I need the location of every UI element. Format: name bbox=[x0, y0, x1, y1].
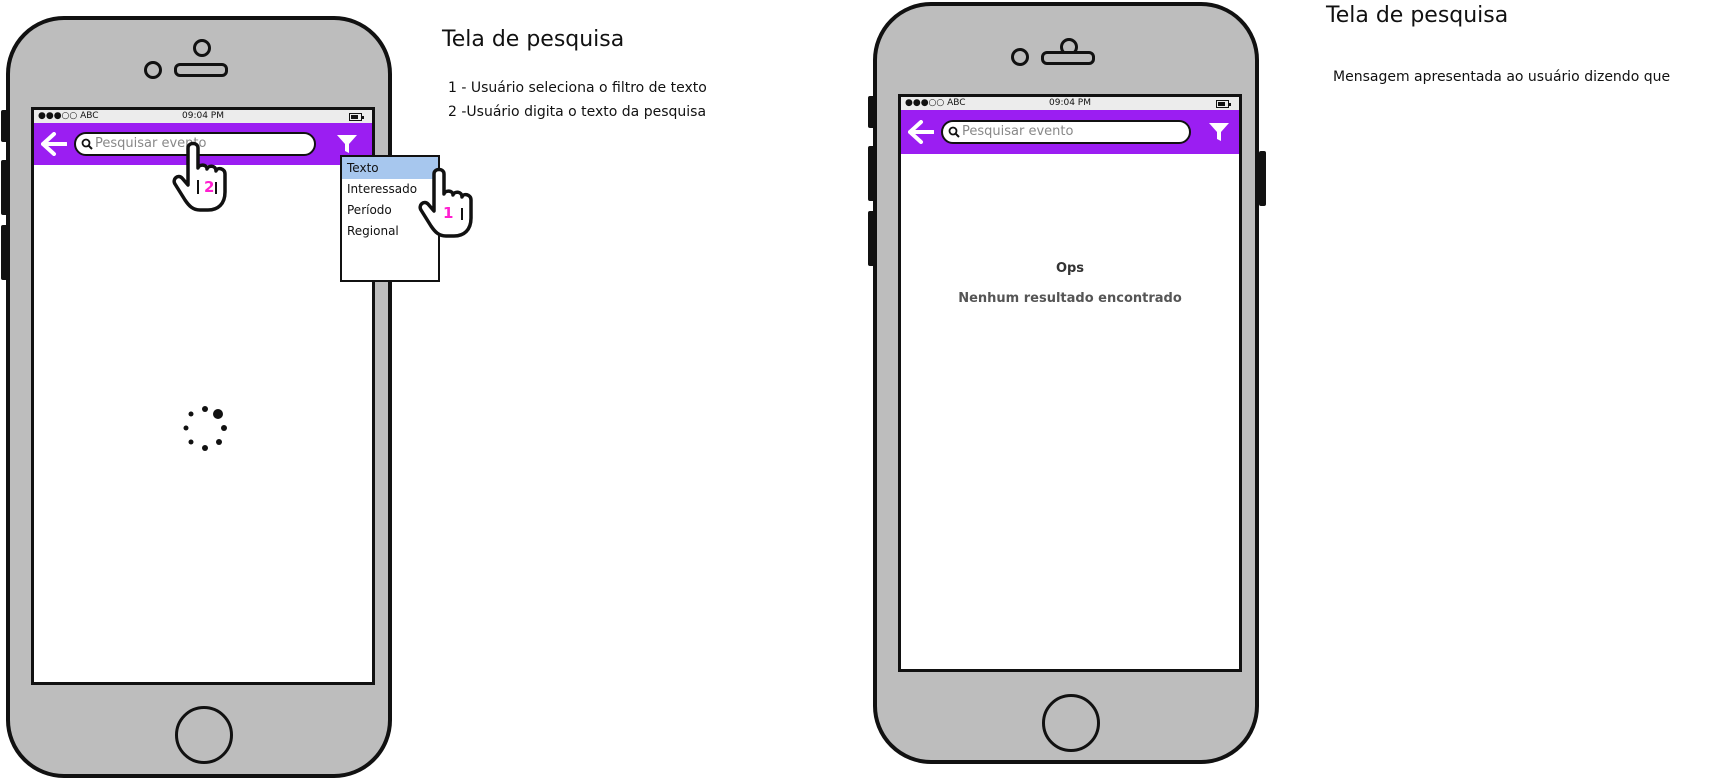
status-bar: ●●●○○ ABC 09:04 PM bbox=[901, 97, 1239, 110]
left-phone-mockup: ●●●○○ ABC 09:04 PM Pesquisar evento bbox=[1, 16, 399, 778]
battery-icon bbox=[349, 113, 364, 121]
filter-icon[interactable] bbox=[1208, 122, 1230, 142]
filter-icon[interactable] bbox=[336, 134, 358, 154]
dropdown-option-periodo[interactable]: Período bbox=[347, 203, 392, 217]
back-arrow-icon[interactable] bbox=[908, 120, 934, 144]
search-placeholder: Pesquisar evento bbox=[962, 124, 1074, 139]
mute-switch bbox=[868, 96, 875, 128]
empty-state-title: Ops bbox=[1055, 261, 1085, 276]
volume-up-button bbox=[1, 160, 8, 215]
right-note-title: Tela de pesquisa bbox=[1326, 3, 1509, 28]
battery-icon bbox=[1216, 100, 1231, 108]
earpiece-speaker bbox=[1041, 51, 1095, 65]
search-input[interactable]: Pesquisar evento bbox=[941, 120, 1191, 144]
app-bar: Pesquisar evento bbox=[901, 110, 1239, 154]
earpiece-speaker bbox=[174, 63, 228, 77]
status-time: 09:04 PM bbox=[1049, 98, 1091, 108]
step-marker-2: 2 bbox=[203, 178, 216, 196]
pointing-hand-search: 2 bbox=[172, 140, 238, 212]
right-screen: ●●●○○ ABC 09:04 PM Pesquisar evento Ops … bbox=[898, 94, 1242, 672]
left-note-title: Tela de pesquisa bbox=[442, 27, 625, 52]
proximity-sensor bbox=[1011, 48, 1029, 66]
empty-state-message: Nenhum resultado encontrado bbox=[958, 291, 1182, 306]
proximity-sensor bbox=[144, 61, 162, 79]
dropdown-option-texto[interactable]: Texto bbox=[347, 161, 379, 175]
pointing-hand-icon bbox=[172, 141, 227, 212]
step-marker-1: 1 bbox=[442, 204, 455, 222]
dropdown-option-regional[interactable]: Regional bbox=[347, 224, 399, 238]
volume-up-button bbox=[868, 146, 875, 201]
right-note-line: Mensagem apresentada ao usuário dizendo … bbox=[1333, 69, 1671, 85]
volume-down-button bbox=[868, 211, 875, 266]
status-time: 09:04 PM bbox=[182, 111, 224, 121]
left-note-step-1: 1 - Usuário seleciona o filtro de texto bbox=[448, 80, 707, 96]
dropdown-option-interessado[interactable]: Interessado bbox=[347, 182, 417, 196]
search-icon bbox=[81, 138, 93, 150]
loading-spinner-icon bbox=[183, 406, 227, 451]
front-camera bbox=[193, 39, 211, 57]
right-phone-mockup: ●●●○○ ABC 09:04 PM Pesquisar evento Ops … bbox=[868, 2, 1266, 764]
search-icon bbox=[948, 126, 960, 138]
pointing-hand-icon bbox=[418, 167, 473, 238]
mute-switch bbox=[1, 110, 8, 142]
power-button bbox=[1259, 151, 1266, 206]
pointing-hand-filter: 1 bbox=[418, 166, 484, 238]
left-note-step-2: 2 -Usuário digita o texto da pesquisa bbox=[448, 104, 707, 120]
home-button[interactable] bbox=[1042, 694, 1100, 752]
back-arrow-icon[interactable] bbox=[41, 132, 67, 156]
volume-down-button bbox=[1, 225, 8, 280]
status-bar: ●●●○○ ABC 09:04 PM bbox=[34, 110, 372, 123]
home-button[interactable] bbox=[175, 706, 233, 764]
